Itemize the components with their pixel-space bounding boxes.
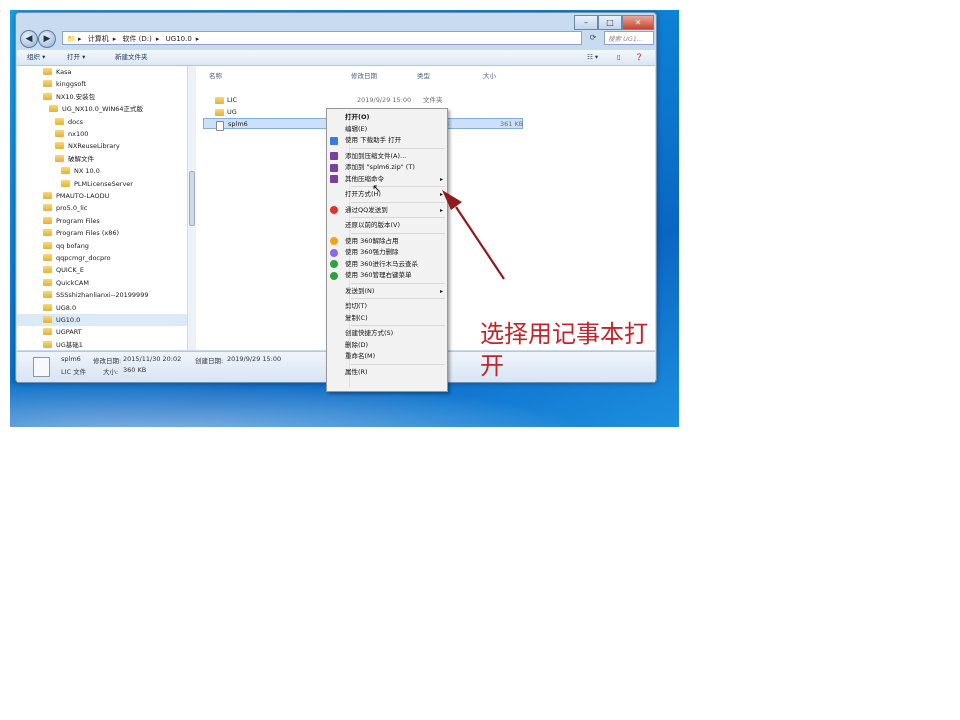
arrow-head bbox=[442, 190, 462, 210]
annotation-text: 选择用记事本打开 bbox=[480, 320, 648, 380]
arrow-shaft bbox=[455, 206, 505, 280]
